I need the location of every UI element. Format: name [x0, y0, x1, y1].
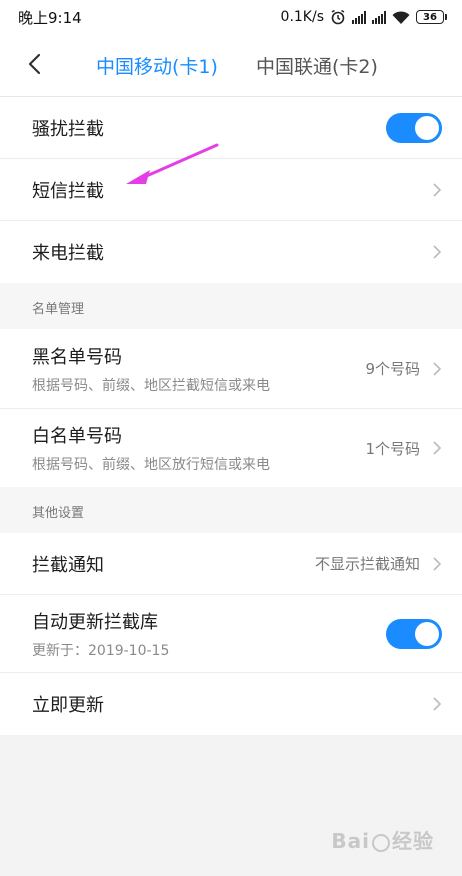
status-bar: 晚上9:14 0.1K/s 36 — [0, 0, 462, 34]
harassment-toggle[interactable] — [386, 112, 442, 143]
toggle-knob — [415, 115, 439, 140]
toggle-knob — [415, 621, 439, 646]
auto-update-toggle[interactable] — [386, 618, 442, 649]
signal-2-icon — [372, 10, 386, 24]
row-whitelist[interactable]: 白名单号码 根据号码、前缀、地区放行短信或来电 1个号码 — [0, 409, 462, 487]
net-speed: 0.1K/s — [280, 9, 324, 25]
whitelist-count: 1个号码 — [365, 439, 420, 458]
section-header-list: 名单管理 — [0, 283, 462, 329]
row-label: 自动更新拦截库 — [32, 611, 158, 633]
watermark-right: 经验 — [392, 829, 434, 853]
top-bar: 中国移动(卡1) 中国联通(卡2) — [0, 34, 462, 96]
row-right: 1个号码 — [365, 438, 442, 459]
watermark-left: Bai — [331, 829, 370, 853]
alarm-icon — [331, 9, 345, 25]
status-icons: 0.1K/s 36 — [280, 9, 447, 25]
status-time: 晚上9:14 — [18, 8, 82, 27]
row-update-now[interactable]: 立即更新 — [0, 673, 462, 735]
chevron-right-icon — [433, 245, 442, 259]
row-right: 9个号码 — [365, 358, 442, 379]
blacklist-count: 9个号码 — [365, 360, 420, 378]
row-auto-update[interactable]: 自动更新拦截库 更新于：2019-10-15 — [0, 595, 462, 673]
paw-icon — [372, 833, 390, 852]
row-label: 来电拦截 — [32, 243, 104, 264]
row-label: 骚扰拦截 — [32, 118, 104, 140]
section-header-other: 其他设置 — [0, 487, 462, 533]
baidu-watermark: Bai 经验 — [331, 825, 434, 854]
tab-sim1[interactable]: 中国移动(卡1) — [96, 52, 218, 79]
notification-value: 不显示拦截通知 — [314, 555, 420, 573]
row-call-intercept[interactable]: 来电拦截 — [0, 221, 462, 283]
row-label: 短信拦截 — [32, 180, 104, 202]
battery-icon: 36 — [416, 10, 447, 24]
row-text: 自动更新拦截库 更新于：2019-10-15 — [32, 608, 169, 660]
chevron-right-icon — [433, 361, 442, 376]
section-intercept: 骚扰拦截 短信拦截 来电拦截 — [0, 97, 462, 283]
row-label: 拦截通知 — [32, 554, 104, 576]
chevron-right-icon — [433, 556, 442, 571]
section-other-settings: 拦截通知 不显示拦截通知 自动更新拦截库 更新于：2019-10-15 立即更新 — [0, 533, 462, 735]
chevron-right-icon — [433, 182, 442, 197]
row-intercept-notification[interactable]: 拦截通知 不显示拦截通知 — [0, 533, 462, 595]
row-sublabel: 根据号码、前缀、地区拦截短信或来电 — [32, 377, 270, 394]
signal-1-icon — [352, 10, 366, 24]
row-label: 立即更新 — [32, 695, 104, 716]
back-arrow-icon[interactable] — [24, 52, 48, 76]
tab-sim2[interactable]: 中国联通(卡2) — [256, 52, 378, 79]
row-right: 不显示拦截通知 — [315, 553, 442, 574]
chevron-right-icon — [433, 697, 442, 711]
row-harassment-intercept[interactable]: 骚扰拦截 — [0, 97, 462, 159]
row-label: 白名单号码 — [32, 426, 122, 447]
row-sublabel: 根据号码、前缀、地区放行短信或来电 — [32, 457, 270, 473]
wifi-icon — [392, 10, 410, 24]
chevron-right-icon — [433, 441, 442, 455]
row-label: 黑名单号码 — [32, 346, 122, 368]
row-text: 白名单号码 根据号码、前缀、地区放行短信或来电 — [32, 422, 270, 474]
row-text: 黑名单号码 根据号码、前缀、地区拦截短信或来电 — [32, 343, 270, 395]
row-sms-intercept[interactable]: 短信拦截 — [0, 159, 462, 221]
row-sublabel: 更新于：2019-10-15 — [32, 642, 170, 659]
row-blacklist[interactable]: 黑名单号码 根据号码、前缀、地区拦截短信或来电 9个号码 — [0, 329, 462, 409]
section-list-management: 黑名单号码 根据号码、前缀、地区拦截短信或来电 9个号码 白名单号码 根据号码、… — [0, 329, 462, 487]
